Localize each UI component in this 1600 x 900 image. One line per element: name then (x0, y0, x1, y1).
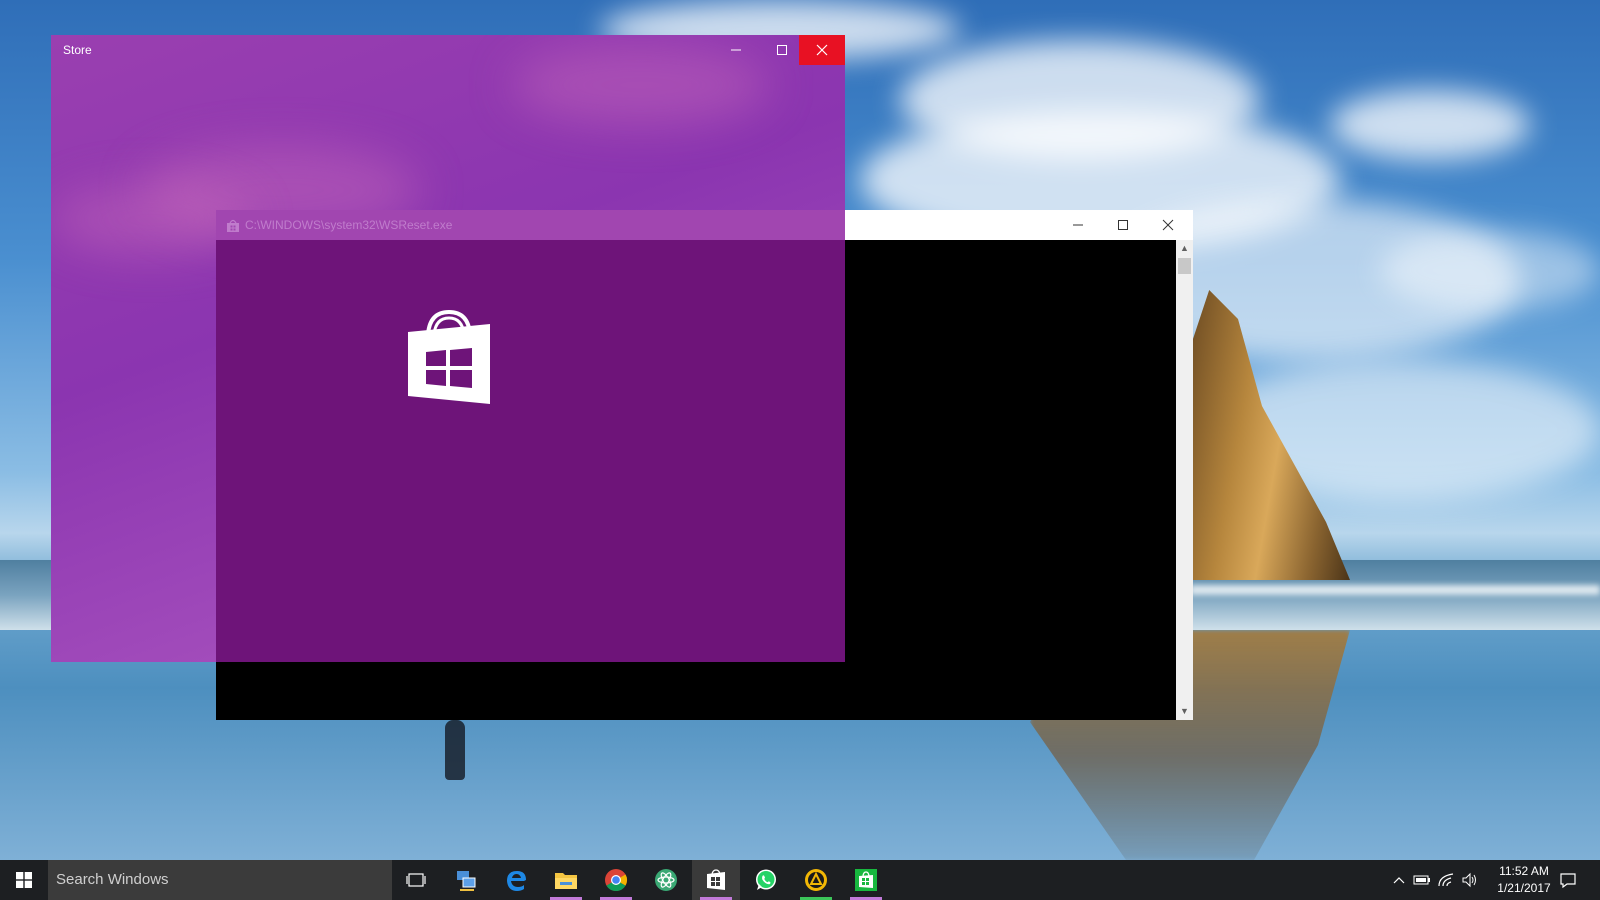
store-green-icon (855, 869, 877, 891)
edge-button[interactable] (492, 860, 540, 900)
console-minimize-button[interactable] (1055, 210, 1101, 240)
store-button[interactable] (692, 860, 740, 900)
atom-app-button[interactable] (642, 860, 690, 900)
person-reflection (445, 720, 465, 780)
chrome-icon (605, 869, 627, 891)
store-green-button[interactable] (842, 860, 890, 900)
file-explorer-button[interactable] (542, 860, 590, 900)
network-button[interactable] (1434, 860, 1458, 900)
volume-button[interactable] (1458, 860, 1482, 900)
splash-titlebar[interactable]: C:\WINDOWS\system32\WSReset.exe (216, 210, 845, 240)
network-tool-icon (457, 871, 476, 891)
ccleaner-icon (805, 869, 827, 891)
chrome-button[interactable] (592, 860, 640, 900)
ccleaner-button[interactable] (792, 860, 840, 900)
taskbar: Search Windows 11:52 AM 1/21/2017 (0, 860, 1600, 900)
battery-icon (1413, 875, 1430, 885)
whatsapp-icon (756, 869, 776, 890)
console-window-title: C:\WINDOWS\system32\WSReset.exe (245, 218, 453, 232)
scroll-thumb[interactable] (1178, 258, 1191, 274)
scroll-down-icon[interactable]: ▼ (1176, 703, 1193, 720)
store-close-button[interactable] (799, 35, 845, 65)
whatsapp-button[interactable] (742, 860, 790, 900)
search-placeholder: Search Windows (56, 871, 169, 888)
store-bag-icon (408, 310, 490, 404)
store-splash-screen: C:\WINDOWS\system32\WSReset.exe (216, 210, 845, 662)
store-icon (707, 869, 725, 890)
edge-icon (507, 871, 526, 891)
store-small-icon (227, 219, 239, 232)
maximize-icon (1118, 220, 1128, 230)
show-hidden-icons-button[interactable] (1386, 860, 1412, 900)
action-center-button[interactable] (1548, 860, 1588, 900)
console-scrollbar[interactable]: ▲ ▼ (1176, 240, 1193, 720)
console-close-button[interactable] (1145, 210, 1191, 240)
maximize-icon (777, 45, 787, 55)
start-button[interactable] (0, 860, 48, 900)
volume-icon (1462, 872, 1476, 888)
task-view-button[interactable] (392, 860, 440, 900)
chevron-up-icon (1393, 877, 1405, 884)
minimize-icon (731, 49, 741, 51)
store-minimize-button[interactable] (713, 35, 759, 65)
wifi-icon (1438, 873, 1454, 887)
close-icon (1162, 219, 1174, 231)
file-explorer-icon (555, 873, 577, 889)
close-icon (816, 44, 828, 56)
minimize-icon (1073, 224, 1083, 226)
windows-logo-icon (16, 872, 32, 888)
notifications-icon (1560, 873, 1576, 888)
scroll-up-icon[interactable]: ▲ (1176, 240, 1193, 257)
battery-button[interactable] (1410, 860, 1434, 900)
search-box[interactable]: Search Windows (48, 860, 392, 900)
task-view-icon (406, 873, 426, 887)
store-window-title: Store (63, 43, 92, 57)
console-maximize-button[interactable] (1100, 210, 1146, 240)
atom-app-icon (655, 869, 677, 891)
network-tool-button[interactable] (442, 860, 490, 900)
